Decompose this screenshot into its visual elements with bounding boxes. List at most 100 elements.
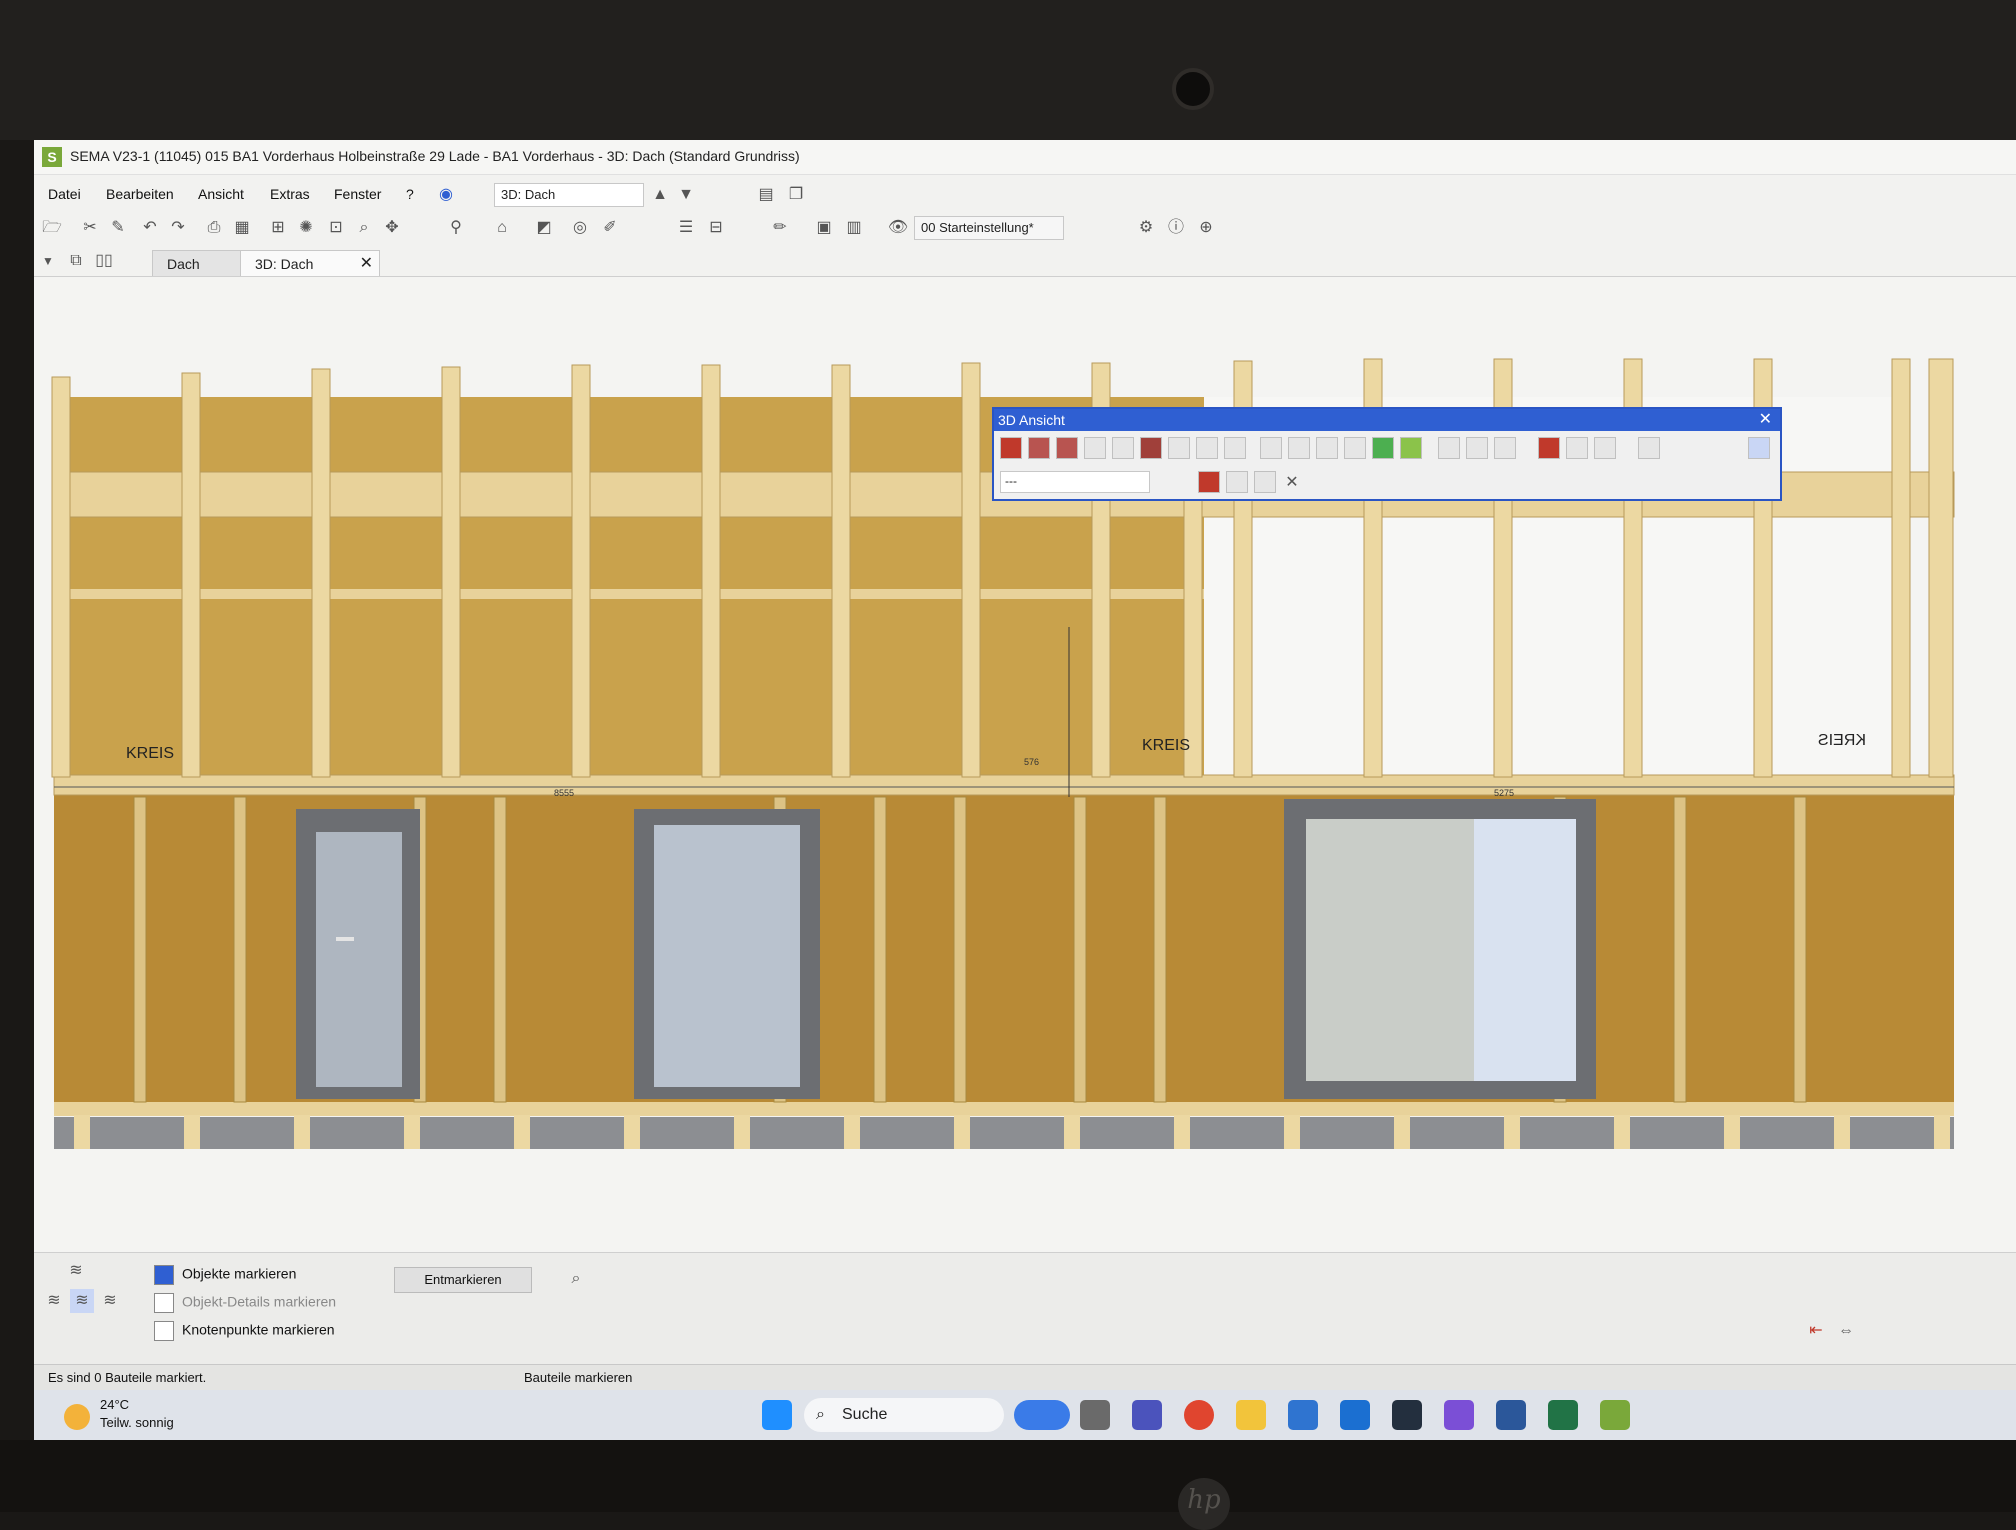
layout-icon[interactable]: ▥	[842, 216, 866, 240]
house-top-icon[interactable]	[1168, 437, 1190, 459]
redo-icon[interactable]: ↷	[166, 216, 190, 240]
option-objects[interactable]: Objekte markieren	[154, 1265, 296, 1285]
view-north-icon[interactable]	[1028, 437, 1050, 459]
menu-datei[interactable]: Datei	[48, 186, 81, 202]
3d-view-combo[interactable]: ---	[1000, 471, 1150, 493]
mail-icon[interactable]	[1340, 1400, 1370, 1430]
zoom-icon[interactable]: ⌕	[352, 216, 376, 240]
teams-icon[interactable]	[1132, 1400, 1162, 1430]
arrow-down-icon[interactable]: ▼	[674, 183, 698, 207]
cube-wire-3-icon[interactable]	[1316, 437, 1338, 459]
view-south-icon[interactable]	[1056, 437, 1078, 459]
layer-icon[interactable]: ▣	[812, 216, 836, 240]
option-nodes[interactable]: Knotenpunkte markieren	[154, 1321, 335, 1341]
preset-selector[interactable]: 00 Starteinstellung*	[914, 216, 1064, 240]
house-front-icon[interactable]	[1084, 437, 1106, 459]
dimension-icon[interactable]: ⊞	[266, 216, 290, 240]
arrow-up-icon[interactable]: ▲	[648, 183, 672, 207]
marker-icon[interactable]: ✏	[768, 216, 792, 240]
layers-active-icon[interactable]: ≋	[70, 1289, 94, 1313]
render-icon[interactable]	[1494, 437, 1516, 459]
taskbar-search[interactable]: ⌕ Suche	[804, 1398, 1004, 1432]
3d-viewport[interactable]: KREIS KREIS KREIS 8555 576 5275 3D Ansic…	[34, 277, 2016, 1252]
house-icon[interactable]: ⌂	[490, 216, 514, 240]
word-icon[interactable]	[1496, 1400, 1526, 1430]
cube-wire-1-icon[interactable]	[1260, 437, 1282, 459]
info-icon[interactable]: ⓘ	[1164, 216, 1188, 240]
camera-capture-icon[interactable]	[1226, 471, 1248, 493]
binoculars-icon[interactable]: ⊕	[1194, 216, 1218, 240]
panel-settings-icon[interactable]	[1748, 437, 1770, 459]
close-icon[interactable]: ✕	[1759, 409, 1772, 431]
menu-extras[interactable]: Extras	[270, 186, 310, 202]
close-icon[interactable]: ✕	[360, 251, 373, 277]
camera-icon[interactable]	[1466, 437, 1488, 459]
weather-widget[interactable]: 24°C Teilw. sonnig	[64, 1396, 174, 1432]
snapshot-red-icon[interactable]	[1198, 471, 1220, 493]
house-side-icon[interactable]	[1112, 437, 1134, 459]
nav-left-icon[interactable]: ⇤	[1804, 1319, 1828, 1343]
amazon-icon[interactable]	[1392, 1400, 1422, 1430]
nav-both-icon[interactable]: ⇔	[1834, 1319, 1858, 1343]
cube-textured-icon[interactable]	[1400, 437, 1422, 459]
arrow-left-icon[interactable]	[1224, 437, 1246, 459]
light-icon[interactable]: ✺	[294, 216, 318, 240]
remote-icon[interactable]: ◉	[434, 183, 458, 207]
layers-down-icon[interactable]: ≋	[42, 1289, 66, 1313]
menu-fenster[interactable]: Fenster	[334, 186, 381, 202]
measure-icon[interactable]: ⚲	[444, 216, 468, 240]
view-selector[interactable]: 3D: Dach	[494, 183, 644, 207]
cube-wire-4-icon[interactable]	[1344, 437, 1366, 459]
split-view-icon[interactable]: ▯▯	[92, 249, 116, 273]
eye-icon[interactable]: ◎	[568, 216, 592, 240]
checkbox-nodes[interactable]	[154, 1321, 174, 1341]
copilot-app-icon[interactable]	[1444, 1400, 1474, 1430]
align-icon[interactable]: ☰	[674, 216, 698, 240]
menu-ansicht[interactable]: Ansicht	[198, 186, 244, 202]
close-icon[interactable]: ✕	[1280, 471, 1304, 495]
tab-3d-dach[interactable]: 3D: Dach ✕	[240, 250, 380, 276]
print-preview-icon[interactable]: ▦	[230, 216, 254, 240]
sema-taskbar-icon[interactable]	[1600, 1400, 1630, 1430]
checkbox-details[interactable]	[154, 1293, 174, 1313]
brick-icon[interactable]	[1140, 437, 1162, 459]
section-icon[interactable]: ◩	[532, 216, 556, 240]
visibility-icon[interactable]: 👁	[886, 216, 910, 240]
store-icon[interactable]	[1288, 1400, 1318, 1430]
task-view-icon[interactable]	[1080, 1400, 1110, 1430]
file-explorer-icon[interactable]	[1236, 1400, 1266, 1430]
walk-icon[interactable]	[1196, 437, 1218, 459]
zoom-window-icon[interactable]: ⊡	[324, 216, 348, 240]
window-icon[interactable]: ⧉	[64, 249, 88, 273]
pencil-icon[interactable]	[1566, 437, 1588, 459]
marker-red-icon[interactable]	[1538, 437, 1560, 459]
layers-icon[interactable]: ≋	[64, 1259, 88, 1283]
cube-wire-2-icon[interactable]	[1288, 437, 1310, 459]
erase-icon[interactable]: ✎	[106, 216, 130, 240]
checkbox-objects[interactable]	[154, 1265, 174, 1285]
pan-icon[interactable]: ✥	[380, 216, 404, 240]
camera-disabled-icon[interactable]	[1438, 437, 1460, 459]
copy-icon[interactable]: ❐	[784, 183, 808, 207]
cut-icon[interactable]: ✂	[78, 216, 102, 240]
3d-view-panel-header[interactable]: 3D Ansicht ✕	[994, 409, 1780, 431]
menu-help[interactable]: ?	[406, 186, 414, 202]
windows-start-icon[interactable]	[762, 1400, 792, 1430]
export-icon[interactable]	[1254, 471, 1276, 493]
copilot-icon[interactable]	[1014, 1400, 1070, 1430]
visibility-toggle-icon[interactable]	[1638, 437, 1660, 459]
entmarkieren-button[interactable]: Entmarkieren	[394, 1267, 532, 1293]
view-red-icon[interactable]	[1000, 437, 1022, 459]
excel-icon[interactable]	[1548, 1400, 1578, 1430]
option-details[interactable]: Objekt-Details markieren	[154, 1293, 336, 1313]
settings-icon[interactable]: ⚙	[1134, 216, 1158, 240]
search-object-icon[interactable]: ⌕	[564, 1267, 588, 1291]
paint-icon[interactable]: ✐	[598, 216, 622, 240]
chrome-icon[interactable]	[1184, 1400, 1214, 1430]
tab-menu-chevron-icon[interactable]: ▼	[36, 249, 60, 273]
layers-up-icon[interactable]: ≋	[98, 1289, 122, 1313]
open-icon[interactable]: 🗁	[40, 216, 64, 240]
cube-solid-icon[interactable]	[1372, 437, 1394, 459]
dimension-line-icon[interactable]: ⊟	[704, 216, 728, 240]
undo-icon[interactable]: ↶	[138, 216, 162, 240]
